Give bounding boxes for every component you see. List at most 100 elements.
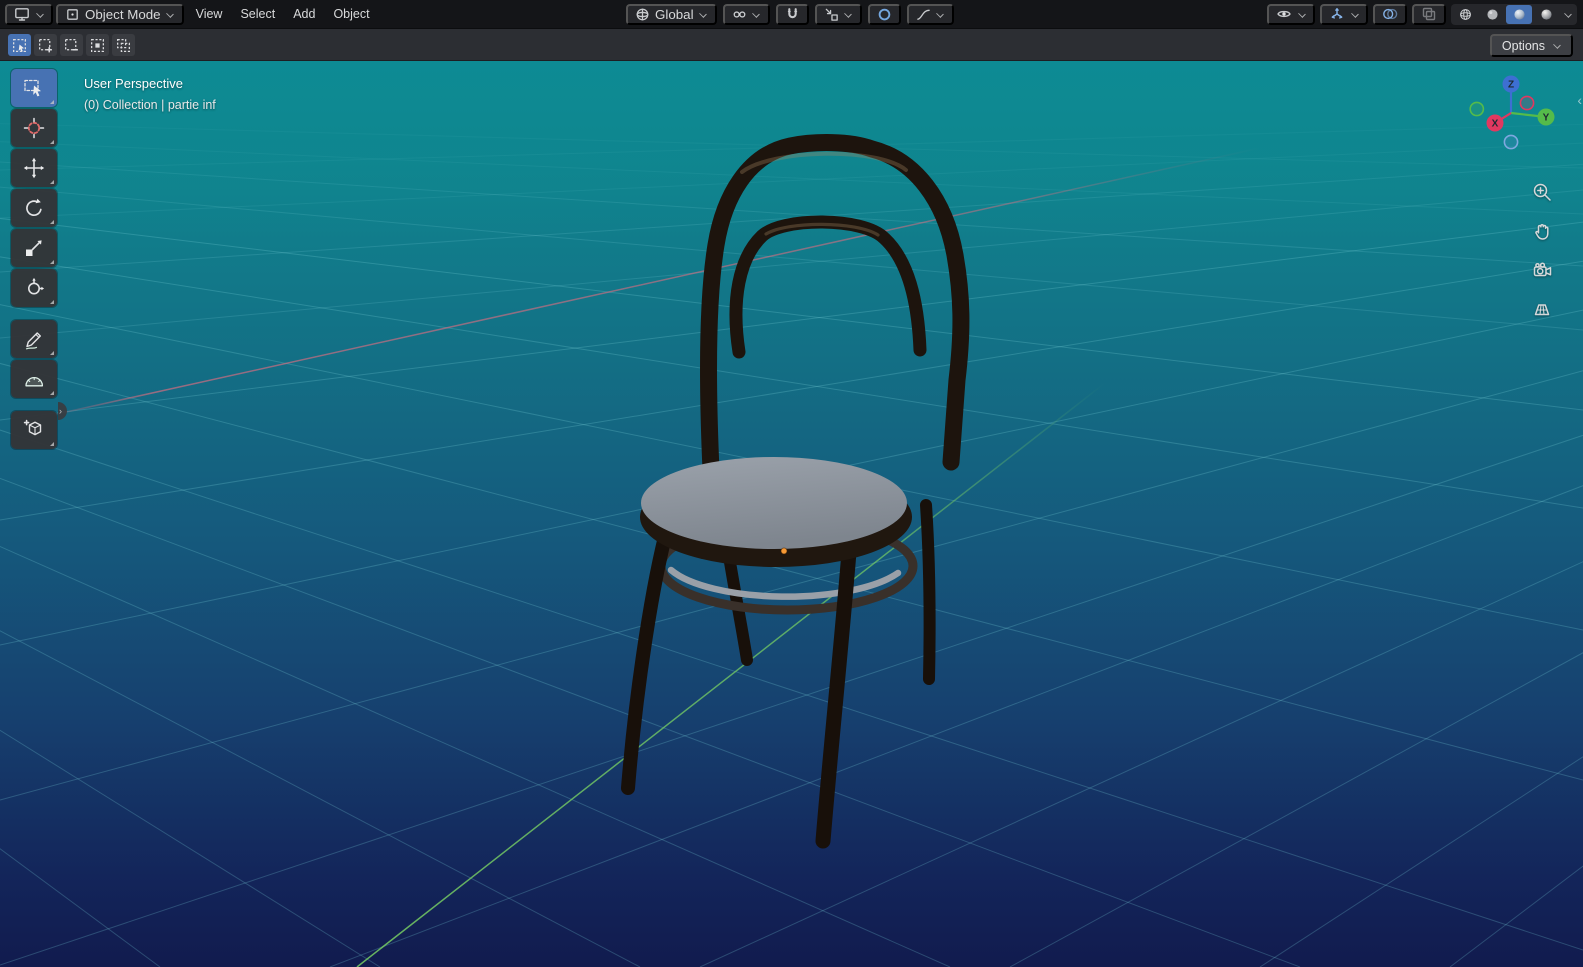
chevron-down-icon [844,10,853,19]
axis-gizmo[interactable]: Z Y X [1469,71,1557,155]
tool-annotate-button[interactable] [11,320,57,358]
editor-type-button[interactable] [5,3,53,25]
sidebar-collapse-arrow[interactable]: ‹ [1577,93,1582,107]
object-mode-icon [67,8,78,20]
solid-sphere-icon [1486,8,1498,20]
overlays-dropdown[interactable] [1373,3,1407,25]
snap-magnet-icon [787,7,797,18]
chevron-down-icon [1297,10,1306,19]
blender-window: Object Mode View Select Add Object Globa… [0,0,1583,967]
chevron-down-icon [1552,41,1561,50]
shading-dropdown[interactable] [1560,5,1576,24]
zoom-icon [1533,183,1551,201]
nav-camera-button[interactable] [1529,257,1555,283]
axis-label-y: Y [1543,113,1550,124]
collection-label: (0) Collection | partie inf [84,98,216,113]
select-mode-extend[interactable] [34,34,57,56]
overlays-icon [1383,8,1398,20]
viewport[interactable]: User Perspective (0) Collection | partie… [0,61,1583,967]
axis-ball-neg-y[interactable] [1469,101,1485,117]
tool-measure-button[interactable] [11,360,57,398]
xray-toggle[interactable] [1412,3,1446,25]
mode-label: Object Mode [85,6,161,22]
tool-cursor-button[interactable] [11,109,57,147]
chevron-down-icon [1564,10,1573,19]
options-label: Options [1501,38,1545,53]
camera-icon [1533,262,1552,277]
axis-ball-neg-z[interactable] [1503,134,1519,150]
menu-select[interactable]: Select [231,4,284,25]
proportional-falloff-dropdown[interactable] [906,3,954,25]
visibility-dropdown[interactable] [1267,3,1315,25]
mode-dropdown[interactable]: Object Mode [56,3,184,25]
chair-back-inner-hoop [729,215,927,359]
menu-bar: View Select Add Object [187,4,379,25]
visibility-eye-icon [1277,10,1291,18]
menu-object[interactable]: Object [324,4,378,25]
chevron-down-icon [936,10,945,19]
select-mode-set[interactable] [8,34,31,56]
snap-magnet-toggle[interactable] [775,3,809,25]
tool-select-box-button[interactable] [11,69,57,107]
pivot-dropdown[interactable] [722,3,770,25]
cursor-icon [23,117,45,139]
nav-grid-button[interactable] [1529,296,1555,322]
orientation-dropdown[interactable]: Global [626,3,717,25]
tool-scale-button[interactable] [11,229,57,267]
proportional-editing-toggle[interactable] [867,3,901,25]
scale-icon [26,240,42,256]
gizmos-dropdown[interactable] [1320,3,1368,25]
topbar: Object Mode View Select Add Object Globa… [0,0,1583,28]
perspective-label: User Perspective [84,76,183,91]
snap-target-dropdown[interactable] [814,3,862,25]
shading-material-button[interactable] [1506,4,1532,24]
select-box-icon [24,79,41,97]
nav-zoom-button[interactable] [1529,179,1555,205]
proportional-editing-icon [878,8,890,20]
tool-rotate-button[interactable] [11,189,57,227]
chevron-down-icon [166,10,175,19]
options-button[interactable]: Options [1489,34,1573,57]
shading-rendered-button[interactable] [1533,5,1559,24]
select-mode-invert[interactable] [86,34,109,56]
shading-wireframe-button[interactable] [1452,5,1478,24]
viewport-nav-buttons [1529,179,1555,322]
rendered-sphere-icon [1540,8,1552,20]
pivot-point-icon [733,10,745,18]
wireframe-sphere-icon [1459,8,1471,20]
move-icon [23,157,45,179]
menu-view[interactable]: View [187,4,232,25]
select-mode-intersect[interactable] [112,34,135,56]
chevron-down-icon [35,10,44,19]
chevron-down-icon [752,10,761,19]
orientation-globe-icon [636,8,649,20]
annotate-pencil-icon [25,332,41,350]
add-cube-icon [23,419,42,436]
axis-label-x: X [1492,119,1499,130]
tool-move-button[interactable] [11,149,57,187]
transform-icon [28,277,45,295]
snap-target-icon [825,8,838,21]
select-mode-group [8,34,135,56]
shading-solid-button[interactable] [1479,5,1505,24]
viewport-header-text: User Perspective (0) Collection | partie… [84,73,216,116]
axis-label-z: Z [1508,80,1514,91]
chevron-down-icon [1350,10,1359,19]
tool-sidebar [11,69,57,449]
measure-icon [25,377,44,387]
chevron-down-icon [699,10,708,19]
viewport-editor-icon [15,8,29,21]
select-mode-subtract[interactable] [60,34,83,56]
nav-pan-button[interactable] [1529,218,1555,244]
gizmo-arrows-icon [1331,8,1343,19]
menu-add[interactable]: Add [284,4,324,25]
grid-perspective-icon [1534,304,1550,316]
orientation-label: Global [655,6,694,22]
tool-settings-row: Options [0,28,1583,61]
tool-transform-button[interactable] [11,269,57,307]
xray-icon [1422,7,1436,21]
axis-ball-neg-x[interactable] [1519,95,1535,111]
material-sphere-icon [1513,8,1525,20]
tool-add-cube-button[interactable] [11,411,57,449]
viewport-canvas[interactable] [0,61,1583,967]
